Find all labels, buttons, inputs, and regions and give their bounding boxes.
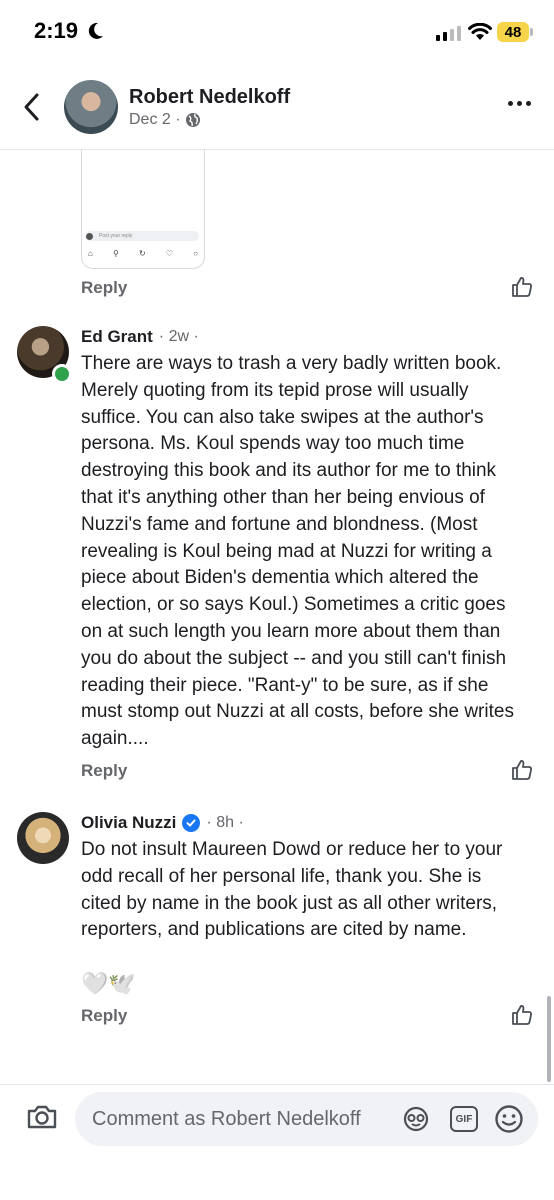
comment-author-name[interactable]: Ed Grant (81, 327, 153, 347)
embedded-nav-icons: ⌂ ⚲ ↻ ♡ ○ (88, 249, 198, 258)
refresh-icon: ↻ (138, 249, 146, 258)
like-icon[interactable] (510, 758, 534, 782)
back-arrow-icon[interactable] (22, 92, 40, 122)
reply-button[interactable]: Reply (81, 1006, 127, 1026)
comment-author[interactable]: Ed Grant · 2w · (81, 327, 199, 347)
emoji-icon[interactable] (494, 1104, 524, 1134)
battery-indicator: 48 (497, 22, 529, 42)
avatar-sticker-icon[interactable] (401, 1106, 431, 1132)
commenter-avatar[interactable] (17, 812, 69, 864)
reply-button[interactable]: Reply (81, 278, 127, 298)
gif-button[interactable]: GIF (450, 1106, 478, 1132)
do-not-disturb-icon (88, 22, 103, 39)
like-icon[interactable] (510, 275, 534, 299)
verified-badge-icon (182, 814, 201, 832)
comment-time: · 8h · (206, 814, 244, 831)
comment-author[interactable]: Olivia Nuzzi · 8h · (81, 813, 244, 833)
embedded-image[interactable]: Post your reply ⌂ ⚲ ↻ ♡ ○ (81, 150, 205, 269)
status-time: 2:19 (34, 18, 79, 43)
comment-reactions[interactable]: 🤍🕊️ (81, 971, 136, 997)
scrollbar[interactable] (547, 996, 551, 1082)
heart-icon: ♡ (165, 249, 173, 258)
comment-placeholder: Comment as Robert Nedelkoff (92, 1107, 361, 1130)
globe-icon (185, 113, 200, 127)
camera-icon[interactable] (26, 1103, 58, 1131)
comment-author-name[interactable]: Olivia Nuzzi (81, 813, 176, 833)
comment-text: Do not insult Maureen Dowd or reduce her… (81, 839, 503, 941)
author-name[interactable]: Robert Nedelkoff (129, 86, 290, 109)
post-date: Dec 2 · (129, 111, 181, 128)
author-avatar[interactable] (64, 80, 118, 134)
reply-button[interactable]: Reply (81, 761, 127, 781)
post-meta: Dec 2 · (129, 111, 201, 129)
like-icon[interactable] (510, 1003, 534, 1027)
profile-icon: ○ (193, 249, 198, 258)
cellular-signal-icon (436, 26, 461, 41)
composer-divider (0, 1084, 554, 1085)
comment-time: · 2w · (158, 328, 199, 345)
embedded-avatar (86, 233, 93, 240)
more-options-button[interactable] (508, 101, 531, 106)
wifi-icon (468, 23, 492, 40)
home-icon: ⌂ (88, 249, 93, 258)
embedded-reply-input: Post your reply (85, 231, 199, 241)
comment-text: There are ways to trash a very badly wri… (81, 353, 514, 750)
battery-tip (530, 28, 533, 36)
search-icon: ⚲ (112, 249, 119, 258)
online-status-dot (52, 364, 72, 384)
